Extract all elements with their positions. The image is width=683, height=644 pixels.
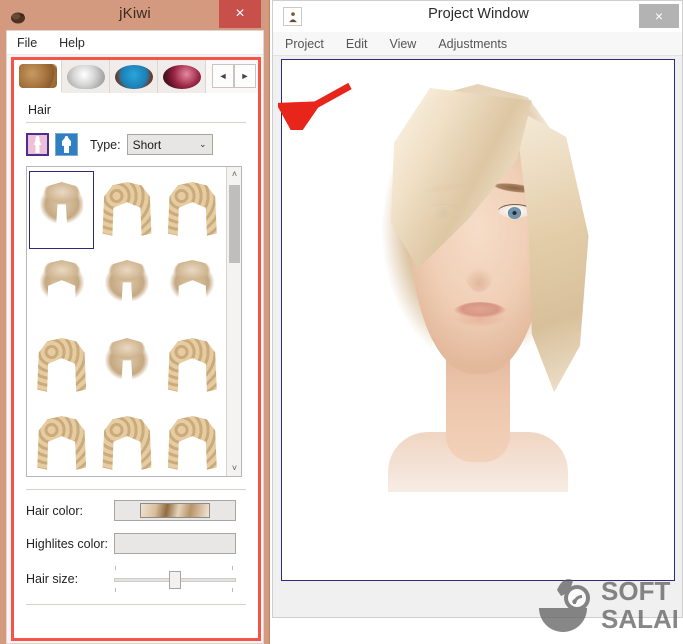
tab-nav-arrows: ◄ ► [212, 64, 256, 88]
male-figure-icon [62, 136, 71, 153]
hairstyle-icon [101, 260, 153, 316]
softsalad-watermark: SOFT SALAD [529, 568, 677, 638]
hairstyle-grid [27, 167, 227, 477]
hair-type-value: Short [133, 138, 162, 152]
tab-next-arrow-icon[interactable]: ► [234, 64, 256, 88]
hair-color-label: Hair color: [26, 504, 114, 518]
hairstyle-icon [36, 338, 88, 394]
chevron-down-icon: ⌄ [199, 139, 207, 150]
tab-eyeshadow[interactable] [110, 60, 158, 93]
menu-adjustments[interactable]: Adjustments [438, 37, 507, 51]
jkiwi-close-button[interactable]: × [219, 0, 261, 28]
slider-tick [232, 588, 233, 592]
hairstyle-thumb[interactable] [94, 171, 159, 249]
jkiwi-window: jKiwi × File Help [0, 0, 270, 644]
blue-eyeshadow-icon [115, 65, 153, 89]
hairstyle-thumb[interactable] [160, 171, 225, 249]
section-divider [26, 122, 246, 123]
model-iris-right [508, 207, 521, 219]
hairstyle-thumb[interactable] [160, 405, 225, 477]
hairstyle-thumb[interactable] [160, 249, 225, 327]
hairstyle-thumb[interactable] [160, 327, 225, 405]
watermark-line1: SOFT [601, 576, 670, 606]
gallery-scrollbar[interactable]: ˄ ˅ [226, 167, 241, 476]
highlites-color-row: Highlites color: [26, 533, 246, 554]
highlites-color-label: Highlites color: [26, 537, 114, 551]
hairstyle-thumb[interactable] [94, 405, 159, 477]
hairstyle-thumb[interactable] [29, 249, 94, 327]
red-arrow-annotation [278, 80, 358, 130]
footer-divider [26, 604, 246, 605]
pink-blush-icon [163, 65, 201, 89]
jkiwi-body: File Help [6, 30, 264, 644]
hairstyle-icon [36, 416, 88, 472]
hair-size-slider[interactable] [114, 566, 236, 592]
model-lips [452, 302, 508, 326]
watermark-line2: SALAD [601, 604, 677, 634]
category-tabstrip: ◄ ► [14, 60, 258, 93]
tab-hair[interactable] [14, 60, 62, 93]
hairstyle-icon [36, 182, 88, 238]
menu-help[interactable]: Help [59, 36, 85, 50]
hairstyle-icon [36, 260, 88, 316]
scroll-down-icon[interactable]: ˅ [227, 461, 242, 476]
hair-size-label: Hair size: [26, 572, 114, 586]
gender-and-type-row: Type: Short ⌄ [26, 133, 246, 156]
slider-tick [115, 566, 116, 570]
model-nose [464, 248, 494, 292]
project-window-close-button[interactable]: × [639, 4, 679, 28]
model-render [348, 62, 608, 492]
hairstyle-thumb[interactable] [94, 327, 159, 405]
jkiwi-panel-frame: ◄ ► Hair Type: [11, 57, 261, 641]
slider-tick [232, 566, 233, 570]
project-window-menubar: Project Edit View Adjustments [273, 32, 682, 56]
highlites-color-button[interactable] [114, 533, 236, 554]
hair-size-row: Hair size: [26, 566, 246, 592]
hairstyle-icon [166, 260, 218, 316]
controls-divider [26, 489, 246, 490]
hairstyle-thumb[interactable] [29, 405, 94, 477]
hairstyle-thumb[interactable] [94, 249, 159, 327]
gender-male-button[interactable] [55, 133, 78, 156]
type-label: Type: [90, 138, 121, 152]
hair-swatch-icon [19, 64, 57, 88]
hair-color-button[interactable] [114, 500, 236, 521]
slider-tick [115, 588, 116, 592]
hairstyle-icon [101, 416, 153, 472]
hairstyle-thumb[interactable] [29, 171, 94, 249]
scroll-up-icon[interactable]: ˄ [227, 167, 242, 182]
menu-edit[interactable]: Edit [346, 37, 368, 51]
hairstyle-gallery[interactable]: ˄ ˅ [26, 166, 242, 477]
hair-color-row: Hair color: [26, 500, 246, 521]
page-title: Hair [28, 103, 246, 117]
slider-thumb[interactable] [169, 571, 181, 589]
hair-type-select[interactable]: Short ⌄ [127, 134, 213, 155]
hairstyle-icon [166, 338, 218, 394]
hairstyle-icon [101, 338, 153, 394]
jkiwi-menubar: File Help [7, 31, 263, 55]
tab-prev-arrow-icon[interactable]: ◄ [212, 64, 234, 88]
female-figure-icon [33, 136, 42, 153]
hair-panel: Hair Type: Short ⌄ [14, 93, 258, 638]
hairstyle-icon [101, 182, 153, 238]
scrollbar-thumb[interactable] [229, 185, 240, 263]
jkiwi-titlebar: jKiwi × [0, 0, 269, 32]
tab-blush[interactable] [158, 60, 206, 93]
menu-file[interactable]: File [17, 36, 37, 50]
project-window-titlebar: Project Window × [273, 1, 682, 32]
screenshot-root: jKiwi × File Help [0, 0, 683, 644]
model-preview-canvas[interactable] [281, 59, 675, 581]
silver-compact-icon [67, 65, 105, 89]
hairstyle-icon [166, 182, 218, 238]
hairstyle-icon [166, 416, 218, 472]
menu-view[interactable]: View [389, 37, 416, 51]
project-window-title: Project Window [273, 6, 683, 22]
gender-female-button[interactable] [26, 133, 49, 156]
hair-color-swatch [140, 503, 210, 518]
menu-project[interactable]: Project [285, 37, 324, 51]
tab-foundation[interactable] [62, 60, 110, 93]
hairstyle-thumb[interactable] [29, 327, 94, 405]
